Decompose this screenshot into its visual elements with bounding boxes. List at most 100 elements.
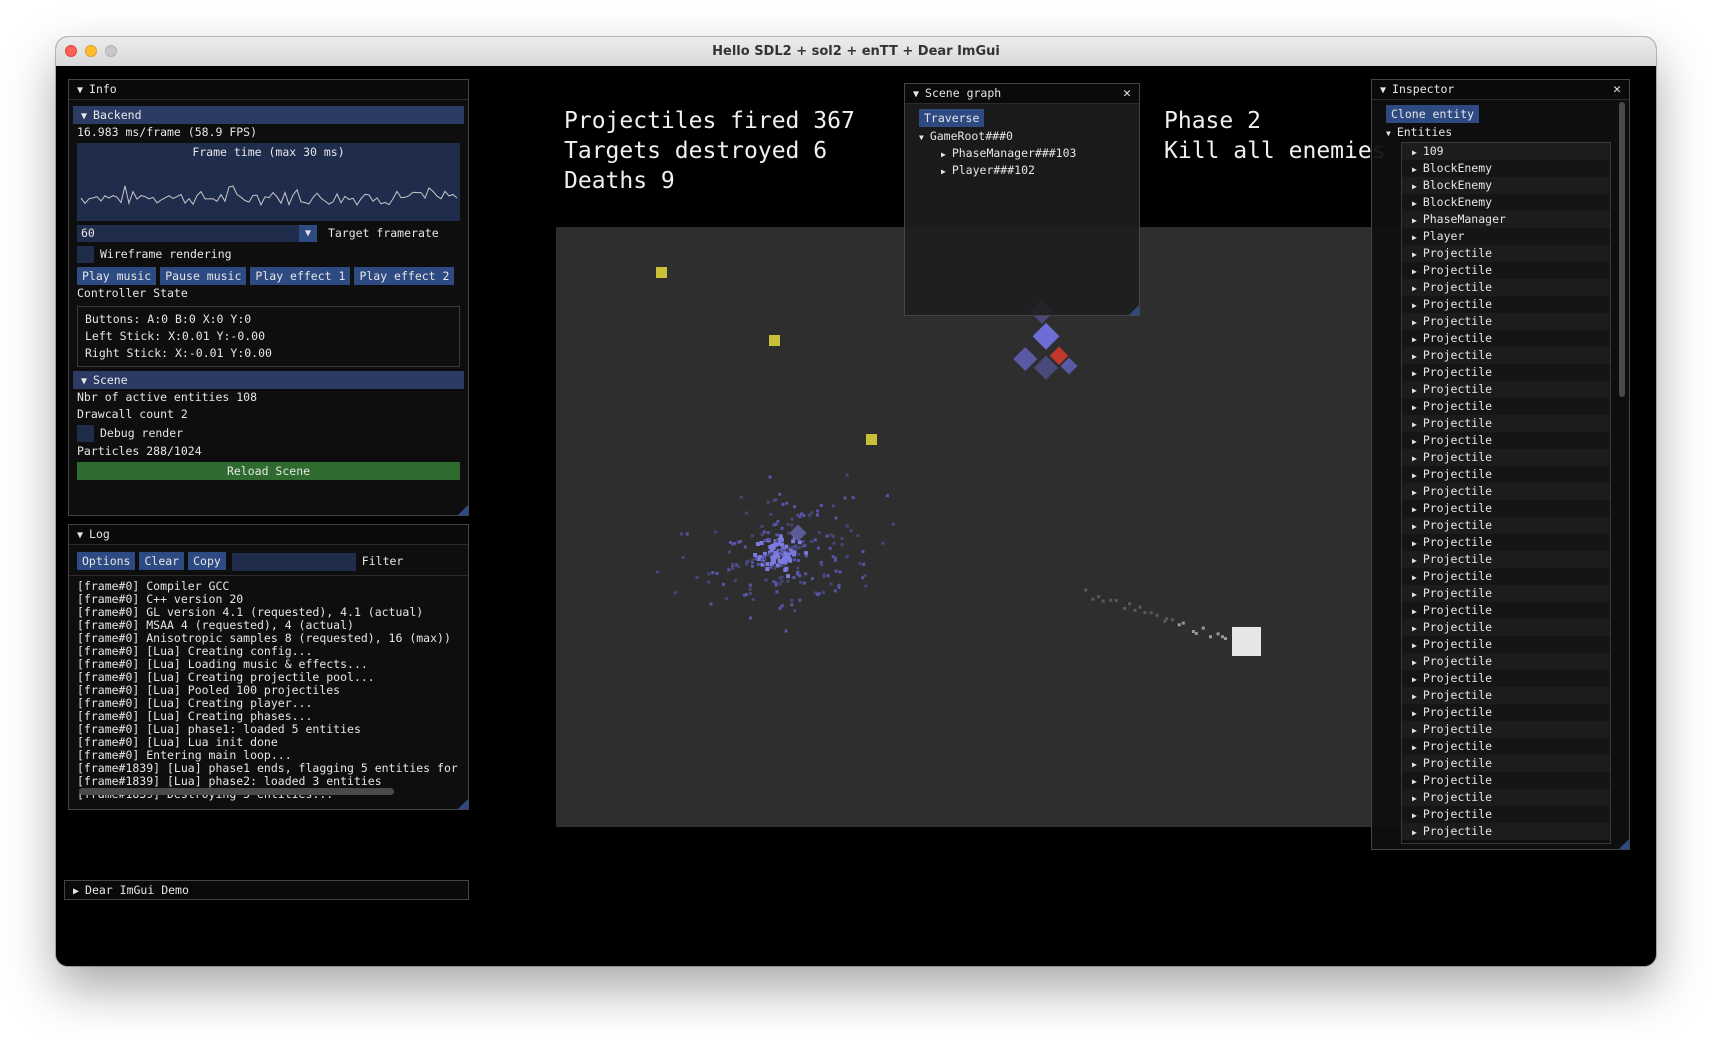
- minimize-window-button[interactable]: [85, 45, 97, 57]
- entity-name: Projectile: [1422, 314, 1493, 328]
- log-options-button[interactable]: Options: [77, 552, 136, 570]
- scene-graph-title[interactable]: ▼ Scene graph ✕: [905, 84, 1139, 104]
- entity-list-item[interactable]: ▶ Projectile: [1402, 585, 1610, 602]
- entity-list-item[interactable]: ▶ Projectile: [1402, 466, 1610, 483]
- entity-list-item[interactable]: ▶ PhaseManager: [1402, 211, 1610, 228]
- entity-list-item[interactable]: ▶ Projectile: [1402, 449, 1610, 466]
- close-icon[interactable]: ✕: [1123, 84, 1131, 103]
- particle: [778, 582, 782, 586]
- collapse-arrow-icon[interactable]: ▼: [913, 85, 919, 104]
- chevron-down-icon[interactable]: ▼: [299, 225, 317, 242]
- clone-entity-button[interactable]: Clone entity: [1386, 105, 1480, 123]
- tree-node-label: PhaseManager###103: [951, 146, 1077, 160]
- entity-list-item[interactable]: ▶ Projectile: [1402, 313, 1610, 330]
- info-panel-title[interactable]: ▼ Info: [69, 80, 468, 100]
- entity-list-item[interactable]: ▶ Projectile: [1402, 755, 1610, 772]
- entity-list-item[interactable]: ▶ BlockEnemy: [1402, 177, 1610, 194]
- trail-particle: [1209, 635, 1212, 639]
- entity-name: BlockEnemy: [1422, 161, 1493, 175]
- play-effect-2-button[interactable]: Play effect 2: [354, 267, 455, 285]
- expand-arrow-icon: ▶: [1412, 692, 1417, 701]
- entity-list-item[interactable]: ▶ Projectile: [1402, 364, 1610, 381]
- particle: [772, 498, 776, 502]
- entity-list-item[interactable]: ▶ Projectile: [1402, 670, 1610, 687]
- entity-list-item[interactable]: ▶ Projectile: [1402, 568, 1610, 585]
- entity-list-item[interactable]: ▶ Projectile: [1402, 500, 1610, 517]
- resize-grip[interactable]: [1619, 839, 1629, 849]
- entities-tree-node[interactable]: ▼ Entities: [1372, 124, 1629, 141]
- entity-list-item[interactable]: ▶ Projectile: [1402, 381, 1610, 398]
- entity-list-item[interactable]: ▶ Projectile: [1402, 789, 1610, 806]
- entity-list-item[interactable]: ▶ Projectile: [1402, 330, 1610, 347]
- inspector-scrollbar[interactable]: [1619, 102, 1625, 397]
- particle: [778, 492, 782, 496]
- log-filter-input[interactable]: [231, 552, 356, 571]
- collapse-arrow-icon[interactable]: ▼: [77, 526, 83, 545]
- play-effect-1-button[interactable]: Play effect 1: [250, 267, 351, 285]
- close-window-button[interactable]: [65, 45, 77, 57]
- entity-list-item[interactable]: ▶ Player: [1402, 228, 1610, 245]
- entity-list[interactable]: ▶ 109 ▶ BlockEnemy ▶ BlockEnemy ▶ BlockEnemy ▶ Ph…: [1401, 142, 1611, 844]
- entity-list-item[interactable]: ▶ Projectile: [1402, 415, 1610, 432]
- entity-list-item[interactable]: ▶ Projectile: [1402, 687, 1610, 704]
- game-viewport[interactable]: [556, 227, 1459, 827]
- log-clear-button[interactable]: Clear: [139, 552, 185, 570]
- scene-header[interactable]: ▼ Scene: [73, 371, 464, 389]
- entity-list-item[interactable]: ▶ Projectile: [1402, 279, 1610, 296]
- log-output[interactable]: [frame#0] Compiler GCC [frame#0] C++ vers…: [69, 580, 468, 804]
- entity-list-item[interactable]: ▶ Projectile: [1402, 483, 1610, 500]
- traverse-button[interactable]: Traverse: [919, 109, 985, 127]
- log-copy-button[interactable]: Copy: [188, 552, 226, 570]
- framerate-combo[interactable]: 60 ▼: [77, 225, 317, 242]
- tree-node-phasemanager[interactable]: ▶ PhaseManager###103: [905, 145, 1139, 162]
- expand-arrow-icon: ▶: [1412, 743, 1417, 752]
- entity-list-item[interactable]: ▶ Projectile: [1402, 398, 1610, 415]
- entity-name: Projectile: [1422, 552, 1493, 566]
- resize-grip[interactable]: [1129, 305, 1139, 315]
- entity-list-item[interactable]: ▶ Projectile: [1402, 296, 1610, 313]
- resize-grip[interactable]: [458, 505, 468, 515]
- play-music-button[interactable]: Play music: [77, 267, 157, 285]
- entity-list-item[interactable]: ▶ Projectile: [1402, 738, 1610, 755]
- entity-list-item[interactable]: ▶ Projectile: [1402, 704, 1610, 721]
- entity-list-item[interactable]: ▶ Projectile: [1402, 245, 1610, 262]
- resize-grip[interactable]: [458, 799, 468, 809]
- debug-render-checkbox[interactable]: [77, 425, 94, 442]
- entity-list-item[interactable]: ▶ Projectile: [1402, 262, 1610, 279]
- close-icon[interactable]: ✕: [1613, 80, 1621, 99]
- entity-list-item[interactable]: ▶ Projectile: [1402, 806, 1610, 823]
- collapse-arrow-icon[interactable]: ▼: [1380, 81, 1386, 100]
- entity-list-item[interactable]: ▶ Projectile: [1402, 517, 1610, 534]
- entity-list-item[interactable]: ▶ Projectile: [1402, 619, 1610, 636]
- entity-list-item[interactable]: ▶ Projectile: [1402, 602, 1610, 619]
- entity-list-item[interactable]: ▶ Projectile: [1402, 636, 1610, 653]
- entity-list-item[interactable]: ▶ Projectile: [1402, 721, 1610, 738]
- zoom-window-button[interactable]: [105, 45, 117, 57]
- entity-list-item[interactable]: ▶ BlockEnemy: [1402, 194, 1610, 211]
- frame-time-plot[interactable]: Frame time (max 30 ms): [77, 143, 460, 221]
- reload-scene-button[interactable]: Reload Scene: [77, 462, 460, 480]
- inspector-title[interactable]: ▼ Inspector ✕: [1372, 80, 1629, 100]
- trail-particle: [1181, 621, 1185, 625]
- tree-node-root[interactable]: ▼ GameRoot###0: [905, 128, 1139, 145]
- entity-list-item[interactable]: ▶ Projectile: [1402, 823, 1610, 840]
- collapse-arrow-icon[interactable]: ▼: [77, 81, 83, 100]
- particle: [751, 597, 755, 601]
- entity-list-item[interactable]: ▶ Projectile: [1402, 772, 1610, 789]
- imgui-demo-panel[interactable]: ▶ Dear ImGui Demo: [64, 880, 469, 900]
- entity-list-item[interactable]: ▶ BlockEnemy: [1402, 160, 1610, 177]
- entity-list-item[interactable]: ▶ Projectile: [1402, 432, 1610, 449]
- tree-node-player[interactable]: ▶ Player###102: [905, 162, 1139, 179]
- particle: [768, 553, 772, 557]
- imgui-demo-title[interactable]: ▶ Dear ImGui Demo: [65, 881, 468, 899]
- log-horizontal-scrollbar[interactable]: [79, 788, 394, 795]
- entity-list-item[interactable]: ▶ 109: [1402, 143, 1610, 160]
- entity-list-item[interactable]: ▶ Projectile: [1402, 551, 1610, 568]
- entity-list-item[interactable]: ▶ Projectile: [1402, 347, 1610, 364]
- pause-music-button[interactable]: Pause music: [160, 267, 247, 285]
- backend-header[interactable]: ▼ Backend: [73, 106, 464, 124]
- wireframe-checkbox[interactable]: [77, 246, 94, 263]
- entity-list-item[interactable]: ▶ Projectile: [1402, 534, 1610, 551]
- log-panel-title[interactable]: ▼ Log: [69, 525, 468, 545]
- entity-list-item[interactable]: ▶ Projectile: [1402, 653, 1610, 670]
